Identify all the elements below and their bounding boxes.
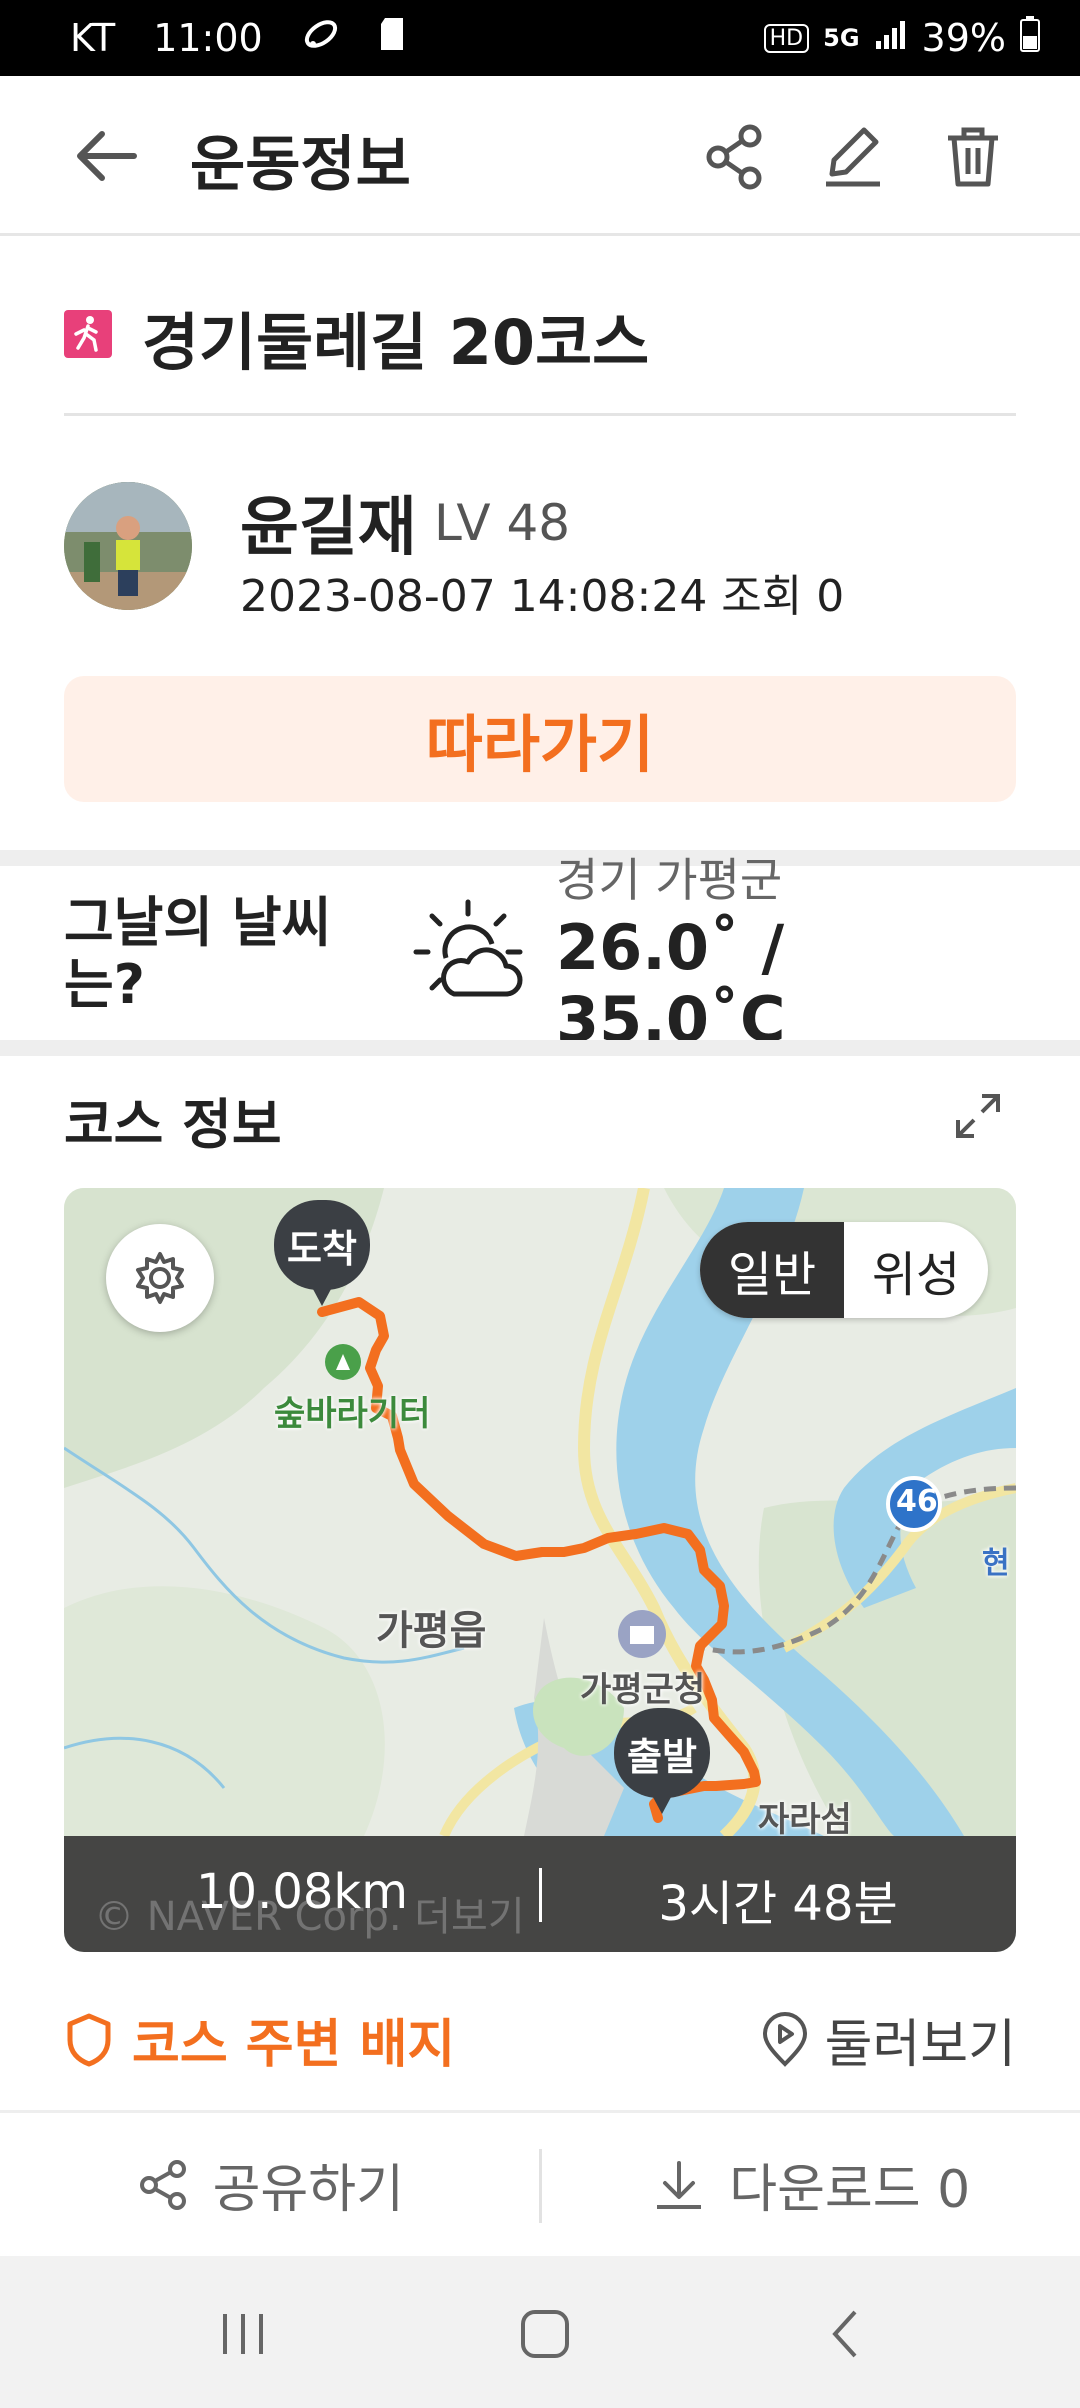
map-attribution: © NAVER Corp. 더보기: [94, 1894, 525, 1940]
download-icon: [657, 2160, 702, 2209]
clock: 11:00: [153, 16, 263, 60]
sd-card-icon: [379, 16, 405, 61]
battery-icon: [1020, 15, 1040, 61]
temperature-low: 26.0˚ /: [556, 911, 785, 984]
back-icon[interactable]: [802, 2294, 892, 2374]
nearby-badges-label: 코스 주변 배지: [132, 2015, 456, 2075]
map-label-island: 자라섬: [758, 1800, 852, 1840]
section-divider: [0, 1040, 1080, 1056]
avatar[interactable]: [64, 482, 192, 610]
map-route-number: 46: [896, 1484, 938, 1519]
author-level: LV 48: [434, 494, 571, 552]
gear-icon: [136, 1252, 184, 1304]
partly-cloudy-sun-icon: [410, 896, 525, 1011]
shield-icon: [67, 2013, 111, 2066]
download-label: 다운로드 0: [729, 2160, 971, 2220]
section-title: 코스 정보: [64, 1093, 282, 1156]
course-title: 경기둘레길 20코스: [142, 306, 650, 379]
hiking-icon: [64, 310, 112, 358]
nearby-badges-link[interactable]: 코스 주변 배지: [64, 2002, 455, 2077]
badge-row: 코스 주변 배지 둘러보기: [64, 2002, 1016, 2082]
weather-section: 그날의 날씨는? 경기 가평군 26.0˚ / 35.0˚C: [0, 853, 1080, 1056]
map-label-edge: 현: [982, 1546, 1010, 1581]
post-meta: 2023-08-07 14:08:24 조회 0: [240, 571, 845, 622]
map-settings-button[interactable]: [106, 1224, 214, 1332]
weather-region: 경기 가평군: [556, 853, 783, 907]
author-name: 윤길재: [240, 491, 417, 565]
end-marker[interactable]: 도착: [274, 1200, 370, 1312]
start-marker[interactable]: 출발: [614, 1708, 710, 1820]
carrier-label: KT: [70, 16, 116, 60]
signal-icon: [874, 16, 908, 60]
app-bar: 운동정보: [0, 76, 1080, 236]
location-pin-icon: [762, 2011, 807, 2067]
expand-icon[interactable]: [952, 1090, 1004, 1142]
trash-icon[interactable]: [938, 122, 1008, 192]
share-button[interactable]: 공유하기: [0, 2113, 539, 2256]
download-button[interactable]: 다운로드 0: [542, 2113, 1080, 2256]
follow-button[interactable]: 따라가기: [64, 676, 1016, 802]
section-divider: [0, 850, 1080, 866]
back-arrow-icon[interactable]: [72, 126, 142, 186]
map-type-toggle[interactable]: 일반 위성: [700, 1222, 988, 1318]
recent-apps-icon[interactable]: [198, 2294, 288, 2374]
look-around-link[interactable]: 둘러보기: [761, 2002, 1016, 2077]
course-map[interactable]: 일반 위성 도착 출발 숲바라기터 가평읍 가평군청 자라섬 46 현 10.0…: [64, 1188, 1016, 1952]
weather-label: 그날의 날씨는?: [64, 891, 332, 1016]
duration-value: 3시간 48분: [658, 1876, 898, 1932]
activity-icon: [301, 16, 341, 61]
share-label: 공유하기: [212, 2160, 404, 2220]
map-label-town: 가평읍: [376, 1608, 487, 1654]
course-title-row: 경기둘레길 20코스: [64, 280, 1016, 416]
status-bar: KT 11:00 HD 5G 39%: [0, 0, 1080, 76]
map-type-normal[interactable]: 일반: [700, 1222, 844, 1318]
author-row[interactable]: 윤길재 LV 48 2023-08-07 14:08:24 조회 0: [64, 482, 1016, 622]
hd-badge: HD: [763, 23, 810, 53]
edit-icon[interactable]: [818, 122, 888, 192]
bottom-actions: 공유하기 다운로드 0: [0, 2110, 1080, 2256]
system-nav-bar: [0, 2256, 1080, 2408]
map-label-office: 가평군청: [580, 1670, 706, 1710]
course-info-header: 코스 정보: [64, 1080, 1016, 1160]
share-icon[interactable]: [700, 122, 770, 192]
share-icon: [139, 2159, 186, 2210]
map-type-satellite[interactable]: 위성: [844, 1222, 988, 1318]
map-label-forest: 숲바라기터: [274, 1394, 431, 1434]
page-title: 운동정보: [190, 130, 411, 200]
look-around-label: 둘러보기: [824, 2015, 1016, 2075]
network-badge: 5G: [823, 24, 860, 52]
weather-temperature: 26.0˚ / 35.0˚C: [556, 912, 785, 1056]
home-icon[interactable]: [500, 2294, 590, 2374]
battery-percent: 39%: [921, 16, 1006, 60]
